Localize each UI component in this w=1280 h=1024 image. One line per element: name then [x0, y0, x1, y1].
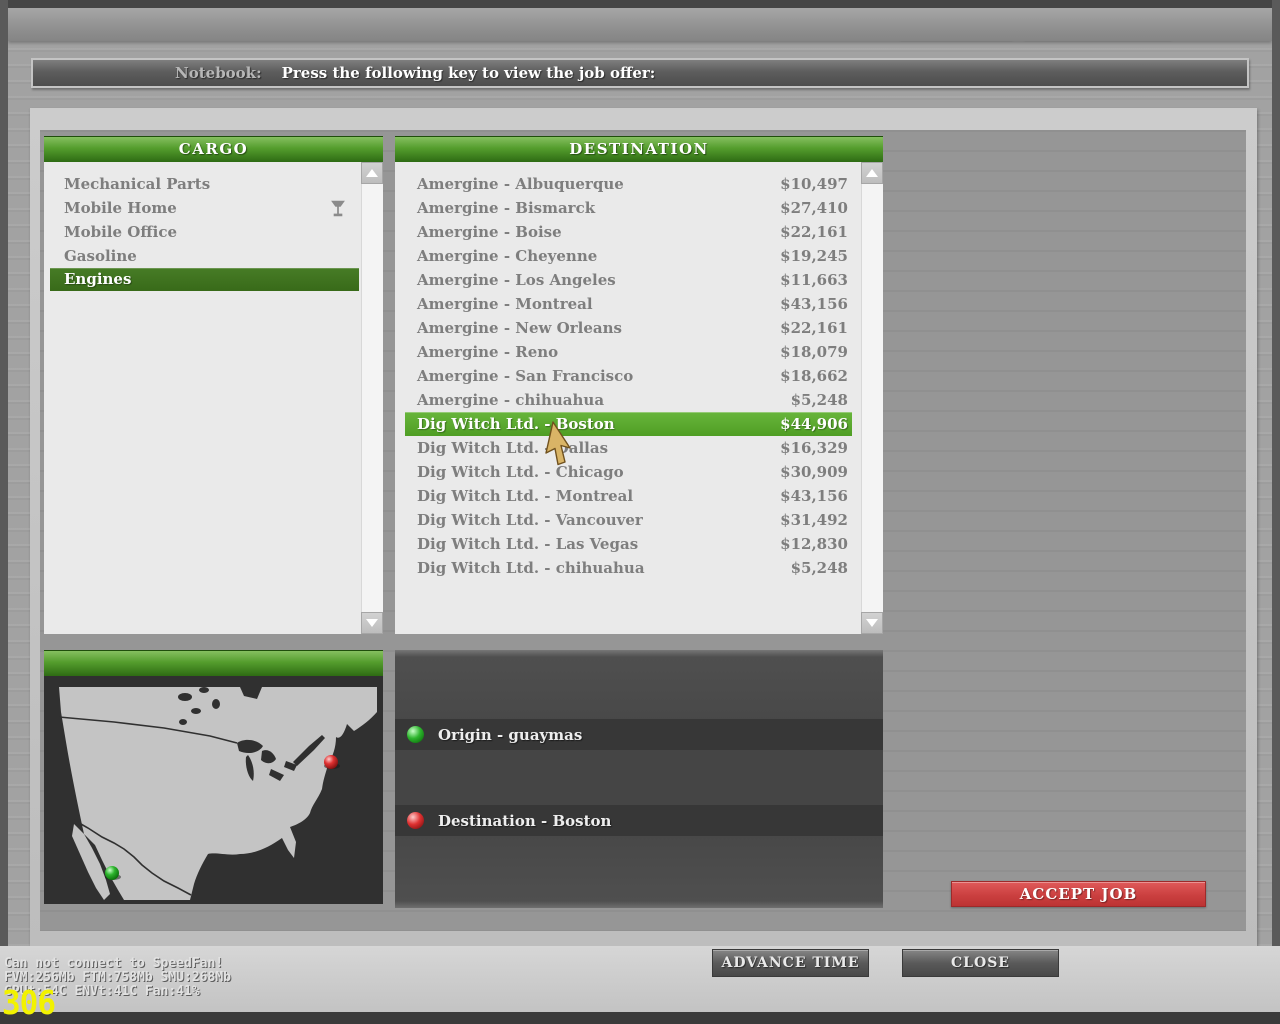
cargo-row-label: Mobile Home: [64, 199, 177, 217]
destination-row[interactable]: Amergine - chihuahua $5,248: [395, 388, 861, 412]
destination-price: $44,906: [780, 412, 848, 436]
destination-price: $27,410: [780, 196, 848, 220]
destination-price: $22,161: [780, 220, 848, 244]
usa-map: [44, 676, 383, 904]
cargo-row[interactable]: Mobile Office: [44, 220, 361, 244]
destination-row[interactable]: Amergine - Reno $18,079: [395, 340, 861, 364]
map-destination-marker: [324, 755, 338, 769]
destination-price: $11,663: [780, 268, 848, 292]
advance-time-button[interactable]: ADVANCE TIME: [712, 949, 869, 977]
destination-name: Dig Witch Ltd. - chihuahua: [417, 556, 645, 580]
destination-price: $31,492: [780, 508, 848, 532]
cargo-scroll-down-icon[interactable]: [361, 612, 383, 634]
destination-price: $16,329: [780, 436, 848, 460]
destination-price: $10,497: [780, 172, 848, 196]
destination-row[interactable]: Amergine - Cheyenne $19,245: [395, 244, 861, 268]
destination-name: Dig Witch Ltd. - Boston: [417, 412, 615, 436]
origin-marker-icon: [407, 726, 424, 743]
destination-scrollbar[interactable]: [861, 162, 883, 634]
destination-price: $43,156: [780, 292, 848, 316]
cargo-panel-title: CARGO: [44, 136, 383, 162]
notebook-message: Press the following key to view the job …: [282, 64, 656, 82]
job-info-panel: Origin - guaymas Destination - Boston: [395, 650, 883, 908]
destination-name: Amergine - New Orleans: [417, 316, 622, 340]
destination-row[interactable]: Dig Witch Ltd. - Montreal $43,156: [395, 484, 861, 508]
destination-label: Destination - Boston: [438, 812, 611, 830]
destination-row-info: Destination - Boston: [395, 805, 883, 836]
destination-name: Dig Witch Ltd. - Las Vegas: [417, 532, 638, 556]
destination-price: $19,245: [780, 244, 848, 268]
close-button[interactable]: CLOSE: [902, 949, 1059, 977]
cargo-scrollbar[interactable]: [361, 162, 383, 634]
top-status-bar: [8, 8, 1272, 41]
destination-name: Dig Witch Ltd. - Chicago: [417, 460, 624, 484]
destination-name: Dig Witch Ltd. - Montreal: [417, 484, 633, 508]
cargo-scroll-up-icon[interactable]: [361, 162, 383, 184]
destination-row[interactable]: Dig Witch Ltd. - chihuahua $5,248: [395, 556, 861, 580]
destination-name: Amergine - Los Angeles: [417, 268, 616, 292]
destination-list: Amergine - Albuquerque $10,497 Amergine -…: [395, 162, 861, 634]
destination-name: Dig Witch Ltd. - Dallas: [417, 436, 608, 460]
destination-scroll-down-icon[interactable]: [861, 612, 883, 634]
destination-row[interactable]: Amergine - Albuquerque $10,497: [395, 172, 861, 196]
screen-edge-left: [0, 0, 8, 946]
destination-row[interactable]: Amergine - Montreal $43,156: [395, 292, 861, 316]
notebook-bar-inner: Notebook: Press the following key to vie…: [33, 60, 1247, 86]
mouse-cursor-icon: [543, 421, 573, 471]
notebook-label: Notebook:: [175, 64, 262, 82]
screen-edge-top: [0, 0, 1280, 8]
job-offer-screen: $ 683,000 THU 10:38 Notebook: Press the …: [0, 0, 1280, 1024]
destination-name: Amergine - Montreal: [417, 292, 593, 316]
cargo-row-selected[interactable]: Engines: [50, 268, 359, 291]
screen-edge-right: [1272, 0, 1280, 946]
destination-price: $5,248: [791, 556, 848, 580]
destination-name: Amergine - Boise: [417, 220, 562, 244]
destination-row[interactable]: Amergine - New Orleans $22,161: [395, 316, 861, 340]
destination-row[interactable]: Amergine - Boise $22,161: [395, 220, 861, 244]
cargo-row[interactable]: Mechanical Parts: [44, 172, 361, 196]
destination-scroll-up-icon[interactable]: [861, 162, 883, 184]
notebook-bar: Notebook: Press the following key to vie…: [31, 58, 1249, 88]
destination-row[interactable]: Amergine - Bismarck $27,410: [395, 196, 861, 220]
cargo-row[interactable]: Gasoline: [44, 244, 361, 268]
destination-row[interactable]: Dig Witch Ltd. - Dallas $16,329: [395, 436, 861, 460]
cargo-row[interactable]: Mobile Home: [44, 196, 361, 220]
destination-row[interactable]: Amergine - Los Angeles $11,663: [395, 268, 861, 292]
goblet-icon: [329, 199, 347, 218]
destination-name: Amergine - Albuquerque: [417, 172, 624, 196]
destination-name: Dig Witch Ltd. - Vancouver: [417, 508, 643, 532]
destination-name: Amergine - San Francisco: [417, 364, 633, 388]
cargo-list: Mechanical Parts Mobile Home Mobile Offi…: [44, 162, 361, 634]
overlay-line: FVM:256Mb FTM:758Mb SMU:268Mb: [4, 970, 231, 985]
screen-edge-bottom: [0, 1012, 1280, 1024]
destination-panel-title: DESTINATION: [395, 136, 883, 162]
destination-row[interactable]: Dig Witch Ltd. - Las Vegas $12,830: [395, 532, 861, 556]
map-origin-marker: [105, 866, 119, 880]
route-map: [44, 676, 383, 904]
fps-counter: 306: [2, 988, 55, 1021]
destination-price: $18,662: [780, 364, 848, 388]
map-panel-header: [44, 650, 383, 676]
destination-row[interactable]: Dig Witch Ltd. - Chicago $30,909: [395, 460, 861, 484]
destination-price: $18,079: [780, 340, 848, 364]
origin-row: Origin - guaymas: [395, 719, 883, 750]
overlay-line: Can not connect to SpeedFan!: [4, 956, 223, 971]
destination-row-selected[interactable]: Dig Witch Ltd. - Boston $44,906: [405, 412, 852, 436]
accept-job-button[interactable]: ACCEPT JOB: [951, 881, 1206, 907]
destination-name: Amergine - chihuahua: [417, 388, 604, 412]
destination-price: $5,248: [791, 388, 848, 412]
destination-price: $22,161: [780, 316, 848, 340]
origin-label: Origin - guaymas: [438, 726, 582, 744]
destination-name: Amergine - Cheyenne: [417, 244, 597, 268]
destination-price: $30,909: [780, 460, 848, 484]
destination-row[interactable]: Dig Witch Ltd. - Vancouver $31,492: [395, 508, 861, 532]
destination-row[interactable]: Amergine - San Francisco $18,662: [395, 364, 861, 388]
destination-price: $12,830: [780, 532, 848, 556]
destination-marker-icon: [407, 812, 424, 829]
destination-name: Amergine - Reno: [417, 340, 558, 364]
destination-price: $43,156: [780, 484, 848, 508]
destination-name: Amergine - Bismarck: [417, 196, 595, 220]
